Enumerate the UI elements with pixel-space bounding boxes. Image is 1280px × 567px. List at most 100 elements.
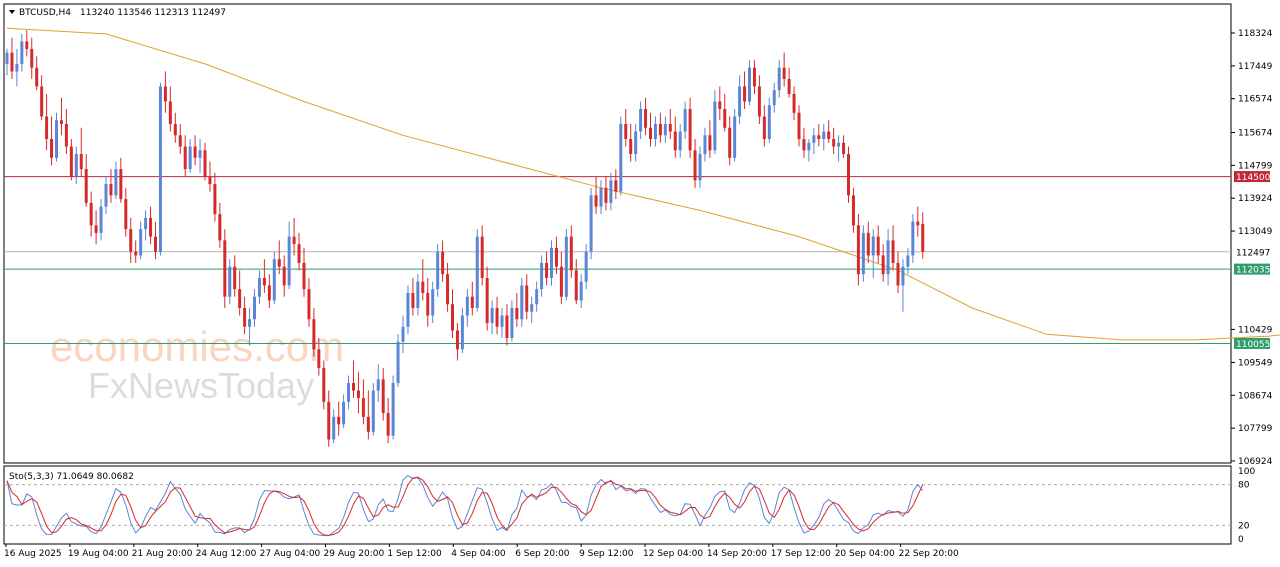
candle-body (728, 127, 732, 158)
candle-body (267, 285, 271, 301)
support-2-price-tag: 110055 (1234, 337, 1270, 350)
y-tick-label: 117449 (1238, 62, 1273, 72)
candle-body (515, 307, 519, 320)
candle-body (752, 67, 756, 87)
candle-body (262, 277, 266, 286)
candle (396, 334, 400, 387)
candle-body (99, 206, 103, 233)
candle-body (792, 93, 796, 113)
support-2-tag-label: 110055 (1236, 340, 1270, 350)
candle-body (124, 199, 128, 230)
candle-body (713, 101, 717, 151)
candle-body (74, 154, 78, 177)
candle-body (748, 67, 751, 102)
candle-body (218, 214, 222, 241)
candle-body (411, 292, 415, 308)
candle-body (693, 150, 697, 181)
candle-body (460, 315, 464, 350)
candle-body (851, 195, 855, 226)
candle-body (431, 289, 435, 316)
candle-body (842, 142, 846, 155)
candle-body (589, 195, 593, 252)
candle-body (451, 304, 454, 331)
candle-body (332, 416, 336, 440)
candle-body (233, 266, 237, 290)
candle-body (545, 262, 549, 278)
candle-body (738, 86, 742, 117)
candle-body (911, 221, 915, 256)
candle-body (163, 86, 167, 102)
y-tick-label: 110429 (1238, 325, 1273, 335)
candle-body (79, 154, 83, 170)
candle-body (243, 307, 247, 327)
y-tick-label: 113049 (1238, 227, 1273, 237)
candle-body (624, 124, 628, 140)
candle (564, 229, 568, 301)
candle-body (619, 124, 623, 192)
candle-body (297, 244, 301, 263)
candle-body (193, 146, 197, 158)
candle-body (762, 116, 766, 140)
candle (436, 244, 440, 297)
candle-body (391, 383, 395, 436)
candle-body (396, 341, 400, 384)
x-tick-label: 4 Sep 04:00 (451, 549, 506, 559)
candle-body (178, 135, 182, 147)
candle (475, 229, 479, 312)
candle-body (495, 307, 499, 327)
candle-body (772, 90, 776, 106)
x-tick-label: 16 Aug 2025 (4, 549, 62, 559)
candle-body (767, 105, 771, 140)
candle-body (371, 390, 375, 432)
x-tick-label: 14 Sep 20:00 (707, 549, 767, 559)
candle-body (614, 180, 618, 192)
x-tick-label: 12 Sep 04:00 (643, 549, 703, 559)
y-tick-label: 116574 (1238, 95, 1273, 105)
candle-body (540, 262, 544, 290)
candle-body (59, 120, 63, 125)
candle-body (376, 379, 380, 391)
candle-body (272, 259, 276, 301)
candle-body (30, 48, 34, 68)
trading-chart[interactable]: economies.com FxNewsToday 118324 117449 11… (0, 0, 1280, 567)
candle-body (253, 296, 256, 320)
candle-body (787, 78, 791, 94)
candle-body (144, 217, 148, 230)
candle-body (35, 67, 39, 87)
candle-body (356, 390, 360, 399)
current-tag-label: 112497 (1236, 248, 1270, 258)
candle-body (15, 63, 19, 72)
candle-body (94, 225, 98, 233)
x-tick-label: 1 Sep 12:00 (387, 549, 442, 559)
candle-body (183, 146, 187, 170)
candle-body (89, 202, 93, 226)
candle-body (327, 401, 331, 440)
candle-body (866, 232, 870, 256)
x-tick-label: 24 Aug 12:00 (196, 549, 257, 559)
candle-body (154, 236, 157, 252)
candle-body (139, 229, 143, 256)
candle-body (802, 139, 806, 151)
symbol-label: BTCUSD,H4 (19, 8, 71, 18)
candle-body (40, 86, 44, 117)
candle-body (203, 150, 207, 177)
candle-body (347, 383, 351, 402)
stochastic-y-tick-label: 100 (1238, 467, 1255, 477)
candle-body (109, 184, 113, 196)
candle-body (361, 398, 365, 417)
candle-body (718, 101, 722, 109)
candle-body (683, 108, 687, 132)
x-tick-label: 22 Sep 20:00 (899, 549, 959, 559)
x-tick-label: 17 Sep 12:00 (771, 549, 831, 559)
candle-body (525, 285, 529, 312)
support-1-price-tag: 112035 (1234, 263, 1270, 276)
candle-body (406, 292, 410, 327)
support-1-tag-label: 112035 (1236, 266, 1270, 276)
candle-body (550, 247, 553, 278)
candle-body (629, 139, 633, 155)
stochastic-y-tick-label: 20 (1238, 521, 1250, 531)
candle-body (921, 223, 925, 252)
candle-body (475, 236, 479, 308)
candle-body (119, 169, 123, 200)
candle-body (455, 330, 459, 350)
